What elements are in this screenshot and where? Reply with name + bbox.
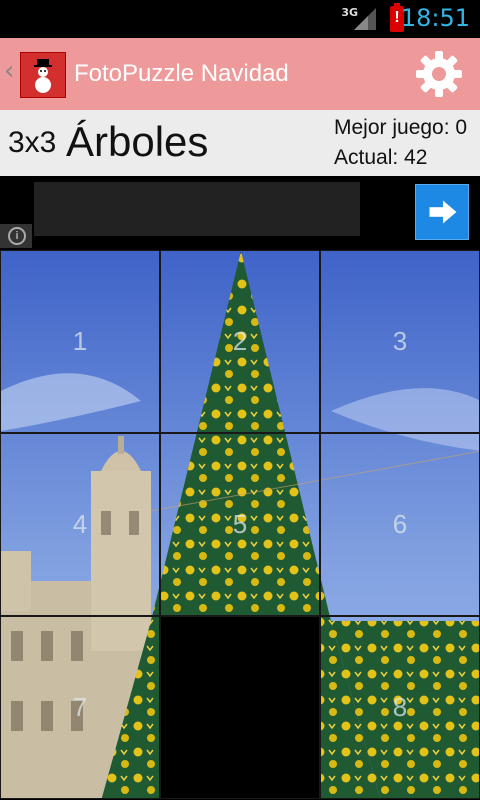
tile-number: 4 <box>72 509 88 539</box>
status-bar: 3G ! 18:51 <box>0 0 480 38</box>
tile-number: 8 <box>392 692 408 722</box>
signal-icon <box>354 8 376 30</box>
tile-number: 5 <box>232 509 248 539</box>
tile-number: 7 <box>72 692 88 722</box>
clock: 18:51 <box>400 4 470 32</box>
puzzle-size: 3x3 <box>8 126 57 159</box>
action-bar: ‹ FotoPuzzle Navidad <box>0 38 480 110</box>
snowman-icon[interactable] <box>20 52 66 98</box>
app-title: FotoPuzzle Navidad <box>74 60 289 87</box>
tile-number: 3 <box>392 326 408 356</box>
ad-content[interactable] <box>34 182 360 236</box>
puzzle-tile-empty[interactable] <box>160 616 320 799</box>
tile-number: 1 <box>72 326 88 356</box>
chevron-left-icon[interactable]: ‹ <box>4 56 14 86</box>
puzzle-tile[interactable]: 3 <box>320 250 480 433</box>
puzzle-tile[interactable]: 2 <box>160 250 320 433</box>
puzzle-theme: Árboles <box>66 118 209 165</box>
ad-banner[interactable]: i <box>0 176 480 248</box>
puzzle-tile[interactable]: 5 <box>160 433 320 616</box>
puzzle-tile[interactable]: 8 <box>320 616 480 799</box>
info-icon[interactable]: i <box>0 224 32 248</box>
puzzle-tile[interactable]: 6 <box>320 433 480 616</box>
puzzle-tile[interactable]: 4 <box>0 433 160 616</box>
game-info-bar: 3x3 Árboles Mejor juego: 0 Actual: 42 <box>0 110 480 176</box>
puzzle-tile[interactable]: 1 <box>0 250 160 433</box>
ad-go-button[interactable] <box>415 184 469 240</box>
tile-number: 2 <box>232 326 248 356</box>
gear-icon[interactable] <box>414 49 464 99</box>
puzzle-tile[interactable]: 7 <box>0 616 160 799</box>
current-moves: Actual: 42 <box>334 146 428 169</box>
best-score: Mejor juego: 0 <box>334 116 468 139</box>
puzzle-board: 1 2 3 4 5 6 7 8 <box>0 250 480 800</box>
tile-number: 6 <box>392 509 408 539</box>
arrow-right-icon <box>429 200 457 224</box>
